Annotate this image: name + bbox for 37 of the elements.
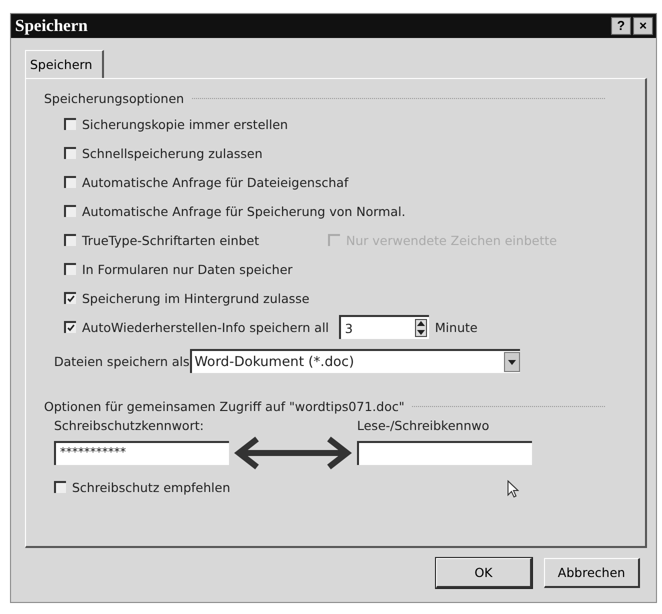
spin-arrows-icon[interactable] [414, 319, 427, 337]
checkbox-label: Schnellspeicherung zulassen [82, 146, 263, 160]
field-label: Schreibschutzkennwort: [54, 418, 205, 433]
close-button[interactable]: × [633, 17, 653, 35]
checkbox[interactable] [54, 481, 66, 493]
checkbox[interactable] [64, 234, 76, 246]
checkbox[interactable] [64, 292, 76, 304]
checkbox-label: In Formularen nur Daten speicher [82, 262, 293, 276]
tab[interactable]: Speichern [25, 50, 104, 78]
password-field[interactable]: *********** [54, 441, 229, 465]
field-label: Lese-/Schreibkennwo [357, 418, 490, 433]
mouse-pointer-icon [507, 480, 519, 498]
cancel-button[interactable]: Abbrechen [544, 558, 640, 588]
format-dropdown[interactable]: Word-Dokument (*.doc) [190, 349, 520, 373]
group-heading: Optionen für gemeinsamen Zugriff auf "wordtips071.doc" [44, 399, 404, 414]
dropdown-arrow-icon [508, 360, 516, 364]
checkbox-label: Automatische Anfrage für Dateieigenschaf [82, 174, 348, 190]
checkbox-label: AutoWiederherstellen-Info speichern all [82, 320, 329, 334]
password-field[interactable] [357, 441, 532, 465]
checkbox[interactable] [64, 263, 76, 275]
checkbox-label: Automatische Anfrage für Speicherung von Normal. [82, 204, 406, 218]
checkbox-label: Sicherungskopie immer erstellen [82, 116, 288, 132]
checkbox[interactable] [64, 147, 76, 159]
checkbox[interactable] [64, 176, 76, 188]
format-label: Dateien speichern als [54, 354, 190, 368]
window-title: Speichern [15, 16, 88, 36]
checkbox-label: TrueType-Schriftarten einbet [82, 232, 260, 248]
checkbox-label: Speicherung im Hintergrund zulasse [82, 290, 310, 306]
checkbox[interactable] [64, 118, 76, 130]
group-heading: Speicherungsoptionen [44, 91, 184, 106]
ok-button[interactable]: OK [436, 558, 532, 588]
unit-label: Minute [434, 320, 478, 334]
help-button[interactable]: ? [611, 17, 631, 35]
minutes-spinner[interactable]: 3 [338, 315, 429, 339]
checkbox-label: Schreibschutz empfehlen [72, 480, 230, 494]
checkbox[interactable] [64, 205, 76, 217]
checkbox[interactable] [64, 321, 76, 333]
